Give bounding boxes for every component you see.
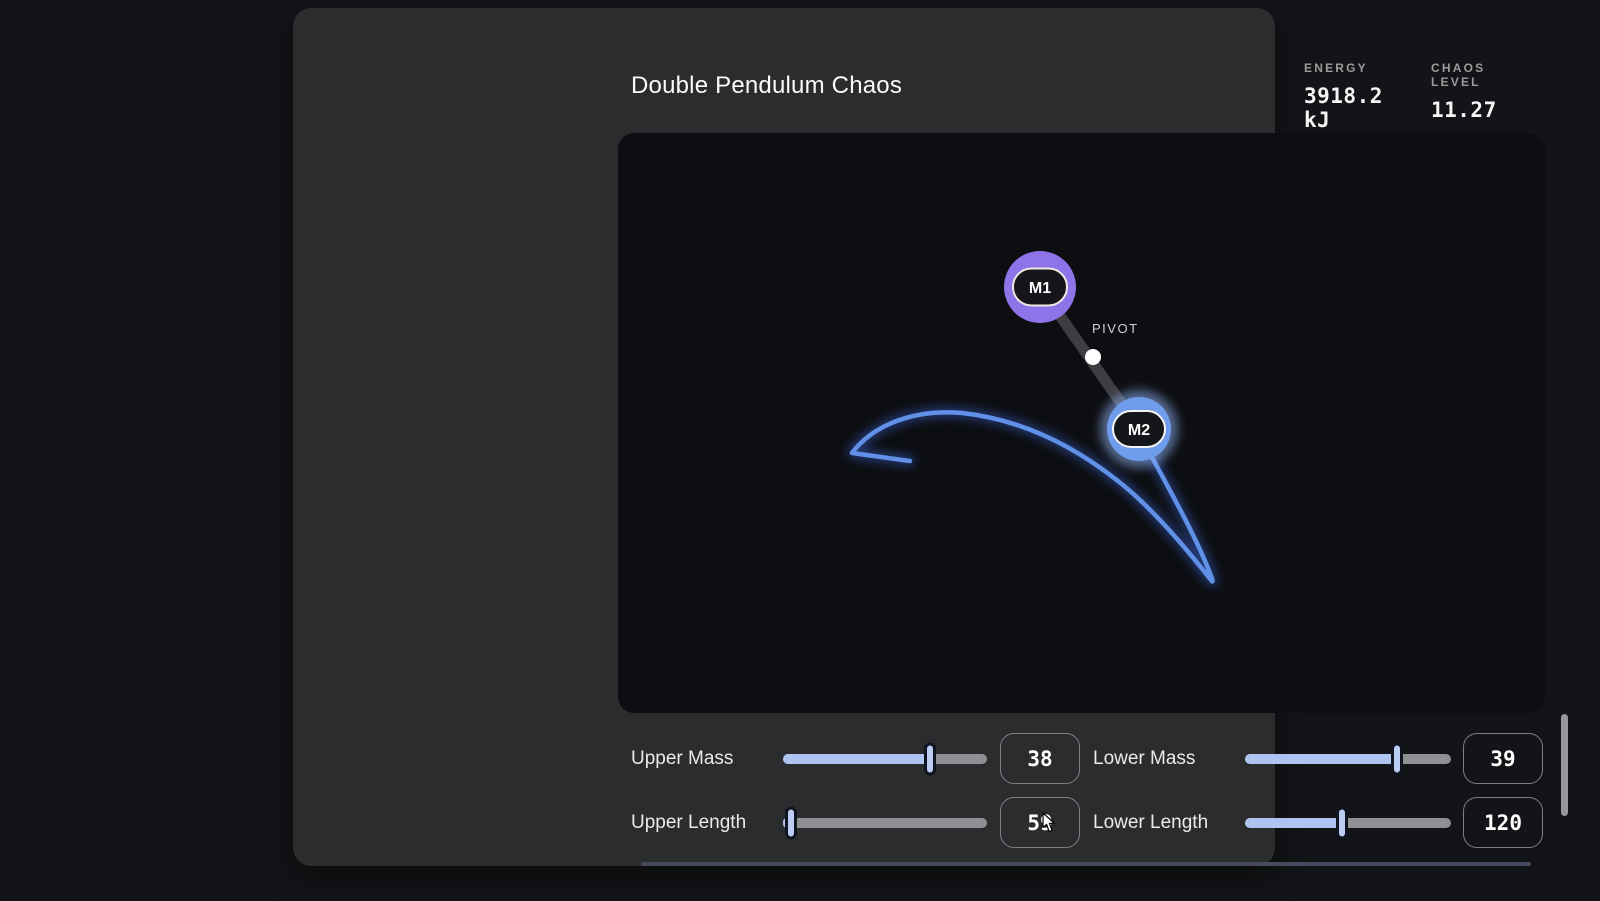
- upper-mass-label: Upper Mass: [631, 748, 733, 770]
- upper-mass-value-field[interactable]: 38: [1000, 733, 1080, 784]
- upper-length-value: 59: [1027, 811, 1052, 835]
- lower-length-value: 120: [1484, 811, 1522, 835]
- pendulum-scene: PIVOT M1 M2: [618, 133, 1545, 713]
- upper-length-value-field[interactable]: 59: [1000, 797, 1080, 848]
- vertical-scrollbar[interactable]: [1561, 714, 1568, 816]
- chaos-level-stat: CHAOS LEVEL 11.27: [1431, 61, 1497, 122]
- energy-stat: ENERGY 3918.2 kJ: [1304, 61, 1383, 132]
- lower-mass-slider[interactable]: [1245, 754, 1451, 764]
- upper-mass-control: Upper Mass 38: [631, 733, 1080, 784]
- slider-fill: [1245, 754, 1397, 764]
- mass1-label: M1: [1029, 280, 1051, 297]
- upper-length-slider[interactable]: [783, 818, 987, 828]
- chaos-level-value: 11.27: [1431, 98, 1497, 122]
- chaos-level-label: CHAOS LEVEL: [1431, 61, 1497, 89]
- horizontal-scrollbar[interactable]: [641, 862, 1531, 866]
- slider-thumb[interactable]: [1391, 742, 1403, 775]
- lower-mass-value: 39: [1490, 747, 1515, 771]
- upper-length-control: Upper Length 59: [631, 797, 1080, 848]
- lower-length-control: Lower Length 120: [1093, 797, 1543, 848]
- upper-length-label: Upper Length: [631, 812, 746, 834]
- energy-value: 3918.2 kJ: [1304, 84, 1383, 132]
- upper-mass-value: 38: [1027, 747, 1052, 771]
- pendulum-canvas[interactable]: PIVOT M1 M2: [618, 133, 1545, 713]
- mass1-bob[interactable]: M1: [1004, 251, 1076, 323]
- page-title: Double Pendulum Chaos: [631, 72, 902, 100]
- pivot-dot[interactable]: [1085, 349, 1101, 365]
- main-panel: Double Pendulum Chaos ENERGY 3918.2 kJ C…: [293, 8, 1275, 866]
- lower-mass-value-field[interactable]: 39: [1463, 733, 1543, 784]
- lower-mass-label: Lower Mass: [1093, 748, 1195, 770]
- mass2-bob[interactable]: M2: [1107, 397, 1171, 461]
- lower-length-label: Lower Length: [1093, 812, 1208, 834]
- lower-length-slider[interactable]: [1245, 818, 1451, 828]
- energy-label: ENERGY: [1304, 61, 1383, 75]
- pivot-label: PIVOT: [1092, 321, 1139, 336]
- lower-mass-control: Lower Mass 39: [1093, 733, 1543, 784]
- upper-mass-slider[interactable]: [783, 754, 987, 764]
- lower-length-value-field[interactable]: 120: [1463, 797, 1543, 848]
- app-window: Double Pendulum Chaos ENERGY 3918.2 kJ C…: [0, 0, 1600, 901]
- slider-fill: [1245, 818, 1342, 828]
- slider-thumb[interactable]: [1336, 806, 1348, 839]
- slider-fill: [783, 754, 930, 764]
- slider-thumb[interactable]: [785, 806, 797, 839]
- mass2-label: M2: [1128, 422, 1150, 439]
- slider-thumb[interactable]: [924, 742, 936, 775]
